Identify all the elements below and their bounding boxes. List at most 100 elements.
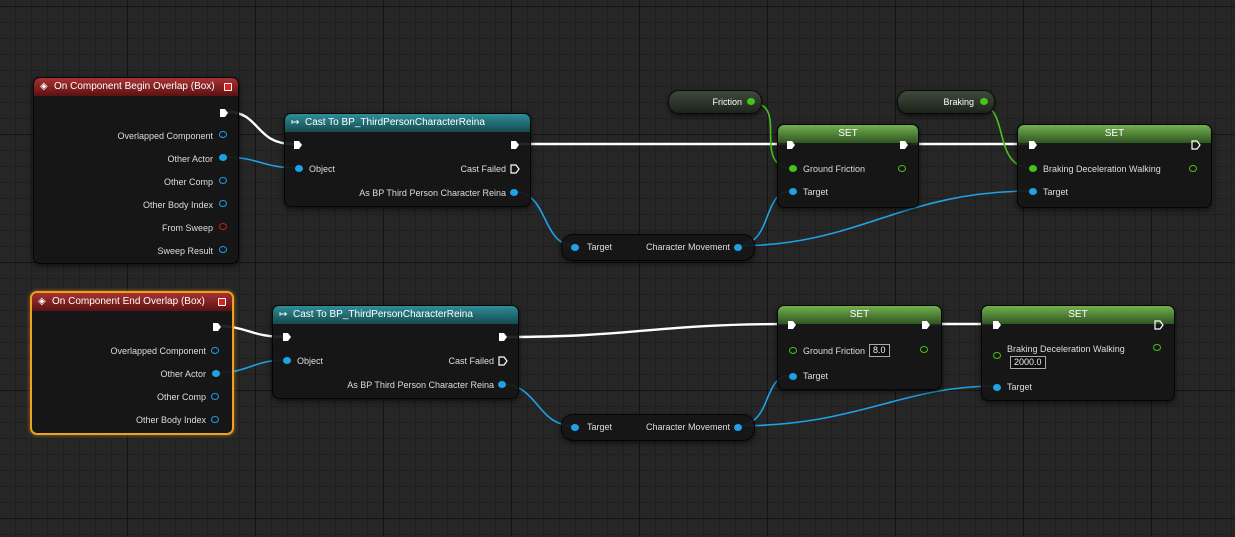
set-braking-top-header: SET: [1018, 125, 1211, 143]
exec-in-pin[interactable]: [992, 320, 1002, 330]
exec-out-pin[interactable]: [212, 322, 222, 332]
set-friction-top-title: SET: [838, 128, 858, 139]
pin-braking-out[interactable]: [1153, 344, 1161, 351]
pin-overlapped-component[interactable]: [211, 347, 219, 354]
exec-wire[interactable]: [501, 322, 794, 339]
pin-label-other-actor: Other Actor: [167, 154, 213, 164]
pin-as-character[interactable]: [498, 381, 506, 388]
pin-as-character[interactable]: [510, 189, 518, 196]
begin-overlap-header: ◈ On Component Begin Overlap (Box): [34, 78, 238, 96]
pin-target[interactable]: [789, 373, 797, 380]
pin-label-target: Target: [587, 242, 613, 252]
pin-sweep-result[interactable]: [219, 246, 227, 253]
pin-label-other-body-index: Other Body Index: [142, 200, 213, 210]
pin-ground-friction-in[interactable]: [789, 347, 797, 354]
begin-overlap-event-node[interactable]: ◈ On Component Begin Overlap (Box) Overl…: [33, 77, 239, 264]
pin-braking-in[interactable]: [1029, 165, 1037, 172]
pin-other-body-index[interactable]: [211, 416, 219, 423]
cast-top-title: Cast To BP_ThirdPersonCharacterReina: [305, 117, 485, 128]
exec-out-pin[interactable]: [1191, 140, 1201, 150]
pin-braking-in[interactable]: [993, 352, 1001, 359]
set-braking-deceleration-node-bottom[interactable]: SET Braking Deceleration Walking 2000.0 …: [981, 305, 1175, 401]
pin-character-movement[interactable]: [734, 424, 742, 431]
pin-label-target: Target: [587, 422, 613, 432]
character-movement-getter-bottom[interactable]: Target Character Movement: [561, 414, 755, 441]
exec-out-pin[interactable]: [1154, 320, 1164, 330]
object-wire[interactable]: [734, 385, 997, 427]
end-overlap-title: On Component End Overlap (Box): [52, 296, 205, 307]
pin-target[interactable]: [1029, 188, 1037, 195]
pin-braking-out[interactable]: [1189, 165, 1197, 172]
end-overlap-header: ◈ On Component End Overlap (Box): [32, 293, 232, 311]
set-ground-friction-node-bottom[interactable]: SET Ground Friction 8.0 Target: [777, 305, 942, 390]
cast-failed-pin[interactable]: [498, 356, 508, 366]
pin-label-other-comp: Other Comp: [163, 177, 213, 187]
exec-in-pin[interactable]: [282, 332, 292, 342]
exec-in-pin[interactable]: [293, 140, 303, 150]
begin-overlap-title: On Component Begin Overlap (Box): [54, 81, 215, 92]
pin-target[interactable]: [789, 188, 797, 195]
exec-in-pin[interactable]: [787, 320, 797, 330]
set-ground-friction-node-top[interactable]: SET Ground Friction Target: [777, 124, 919, 208]
pin-object[interactable]: [295, 165, 303, 172]
pin-target[interactable]: [571, 424, 579, 431]
exec-in-pin[interactable]: [1028, 140, 1038, 150]
set-braking-deceleration-node-top[interactable]: SET Braking Deceleration Walking Target: [1017, 124, 1212, 208]
ground-friction-value-field[interactable]: 8.0: [869, 344, 890, 357]
exec-in-pin[interactable]: [786, 140, 796, 150]
exec-out-pin[interactable]: [219, 108, 229, 118]
friction-variable-label: Friction: [712, 97, 742, 107]
braking-deceleration-value-field[interactable]: 2000.0: [1010, 356, 1046, 369]
cast-node-bottom[interactable]: ↦ Cast To BP_ThirdPersonCharacterReina O…: [272, 305, 519, 399]
pin-label-as-character: As BP Third Person Character Reina: [347, 380, 494, 390]
exec-out-pin[interactable]: [498, 332, 508, 342]
close-square-icon: [224, 83, 232, 91]
cast-arrow-icon: ↦: [291, 117, 300, 128]
pin-label-object: Object: [297, 356, 324, 366]
exec-out-pin[interactable]: [510, 140, 520, 150]
pin-label-cast-failed: Cast Failed: [460, 164, 506, 174]
pin-friction-out[interactable]: [747, 98, 755, 105]
cast-bottom-title: Cast To BP_ThirdPersonCharacterReina: [293, 309, 473, 320]
pin-ground-friction-out[interactable]: [920, 346, 928, 353]
set-braking-top-title: SET: [1104, 128, 1125, 139]
pin-label-cast-failed: Cast Failed: [448, 356, 494, 366]
pin-ground-friction-out[interactable]: [898, 165, 906, 172]
pin-label-as-character: As BP Third Person Character Reina: [359, 188, 506, 198]
friction-variable-node[interactable]: Friction: [668, 90, 762, 114]
pin-other-actor[interactable]: [219, 154, 227, 161]
pin-target[interactable]: [993, 384, 1001, 391]
pin-other-comp[interactable]: [219, 177, 227, 184]
braking-variable-node[interactable]: Braking: [897, 90, 995, 114]
pin-label-other-body-index: Other Body Index: [135, 415, 206, 425]
pin-braking-out[interactable]: [980, 98, 988, 105]
pin-other-actor[interactable]: [212, 370, 220, 377]
pin-other-body-index[interactable]: [219, 200, 227, 207]
cast-failed-pin[interactable]: [510, 164, 520, 174]
cast-top-header: ↦ Cast To BP_ThirdPersonCharacterReina: [285, 114, 530, 132]
pin-ground-friction-in[interactable]: [789, 165, 797, 172]
pin-label-braking-deceleration: Braking Deceleration Walking: [1007, 344, 1125, 354]
pin-label-sweep-result: Sweep Result: [157, 246, 213, 256]
pin-overlapped-component[interactable]: [219, 131, 227, 138]
pin-from-sweep[interactable]: [219, 223, 227, 230]
close-square-icon: [218, 298, 226, 306]
pin-label-overlapped-component: Overlapped Component: [117, 131, 213, 141]
exec-out-pin[interactable]: [899, 140, 909, 150]
event-diamond-icon: ◈: [38, 296, 46, 307]
pin-label-ground-friction: Ground Friction: [803, 164, 866, 174]
pin-target[interactable]: [571, 244, 579, 251]
braking-variable-label: Braking: [943, 97, 974, 107]
set-braking-bottom-title: SET: [1068, 309, 1088, 320]
pin-label-from-sweep: From Sweep: [161, 223, 213, 233]
set-friction-bottom-title: SET: [849, 309, 870, 320]
set-friction-bottom-header: SET: [778, 306, 941, 324]
exec-out-pin[interactable]: [921, 320, 931, 330]
character-movement-getter-top[interactable]: Target Character Movement: [561, 234, 755, 261]
cast-bottom-header: ↦ Cast To BP_ThirdPersonCharacterReina: [273, 306, 518, 324]
end-overlap-event-node[interactable]: ◈ On Component End Overlap (Box) Overlap…: [30, 291, 234, 435]
pin-object[interactable]: [283, 357, 291, 364]
cast-node-top[interactable]: ↦ Cast To BP_ThirdPersonCharacterReina O…: [284, 113, 531, 207]
pin-other-comp[interactable]: [211, 393, 219, 400]
pin-character-movement[interactable]: [734, 244, 742, 251]
